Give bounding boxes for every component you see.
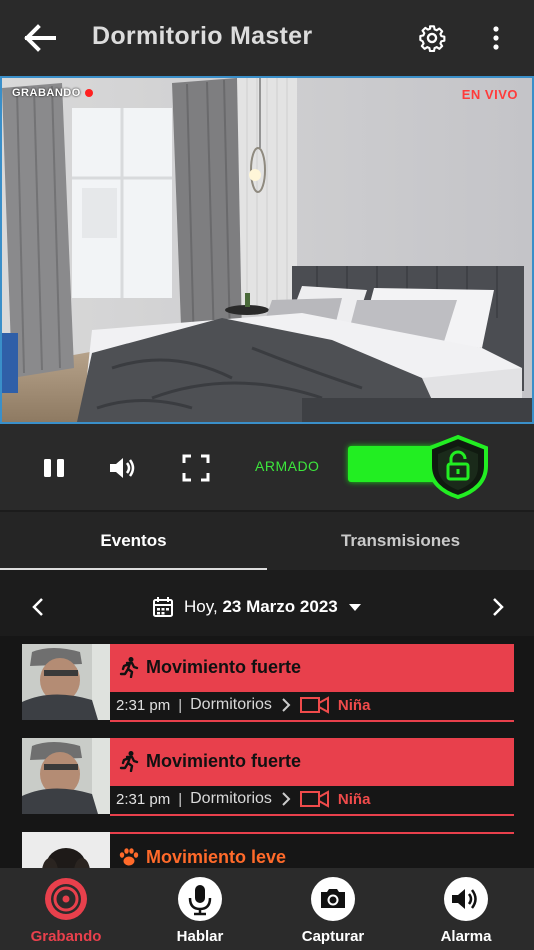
nav-label: Alarma [440, 928, 492, 945]
running-person-icon [119, 657, 139, 678]
bottom-nav: Grabando Hablar Capturar Alarma [0, 868, 534, 950]
date-prefix: Hoy, [184, 597, 218, 616]
recording-indicator: GRABANDO [12, 87, 93, 99]
event-time: 2:31 pm [116, 696, 171, 714]
event-header: Movimiento fuerte [110, 738, 514, 786]
date-selector: Hoy, 23 Marzo 2023 [0, 584, 534, 630]
running-person-icon [119, 751, 139, 772]
shield-lock-icon [428, 434, 488, 500]
event-time: 2:31 pm [116, 790, 171, 808]
event-title: Movimiento fuerte [146, 751, 302, 771]
nav-label: Grabando [30, 928, 102, 945]
event-thumbnail [22, 832, 110, 868]
nav-alarma[interactable]: Alarma [416, 876, 516, 945]
event-meta: 2:31 pm | Dormitorios Niña [116, 696, 370, 714]
gear-icon[interactable] [418, 24, 446, 52]
volume-icon[interactable] [106, 452, 138, 484]
tab-eventos[interactable]: Eventos [0, 512, 267, 570]
event-title: Movimiento leve [146, 847, 287, 867]
armed-label: ARMADO [255, 458, 320, 474]
arm-toggle[interactable] [346, 434, 496, 500]
chevron-right-icon [282, 698, 291, 712]
meta-separator: | [178, 790, 183, 808]
tab-bar: Eventos Transmisiones [0, 512, 534, 570]
events-list: Movimiento fuerte 2:31 pm | Dormitorios … [0, 636, 534, 868]
paw-icon [119, 848, 139, 866]
event-divider [110, 720, 514, 722]
event-item[interactable]: Movimiento leve [22, 824, 514, 868]
nav-hablar[interactable]: Hablar [150, 876, 250, 945]
event-item[interactable]: Movimiento fuerte 2:31 pm | Dormitorios … [22, 730, 514, 816]
event-thumbnail [22, 738, 110, 814]
speaker-icon [444, 877, 488, 921]
date-value: 23 Marzo 2023 [222, 597, 338, 616]
pause-icon[interactable] [38, 452, 70, 484]
calendar-icon [153, 597, 173, 617]
event-thumbnail [22, 644, 110, 720]
date-picker[interactable]: Hoy, 23 Marzo 2023 [152, 596, 362, 618]
live-video-feed[interactable]: GRABANDO EN VIVO [0, 76, 534, 424]
video-camera-icon [299, 790, 329, 808]
nav-capturar[interactable]: Capturar [283, 876, 383, 945]
meta-separator: | [178, 696, 183, 714]
arrow-left-icon[interactable] [22, 22, 58, 54]
event-place: Dormitorios [190, 790, 272, 807]
chevron-left-icon[interactable] [26, 594, 52, 620]
nav-grabando[interactable]: Grabando [16, 876, 116, 945]
chevron-right-icon [282, 792, 291, 806]
app-header: Dormitorio Master [0, 0, 534, 76]
event-place: Dormitorios [190, 696, 272, 713]
event-header: Movimiento fuerte [110, 644, 514, 692]
camera-icon [311, 877, 355, 921]
event-header: Movimiento leve [110, 832, 514, 868]
event-divider [110, 814, 514, 816]
record-icon [45, 878, 87, 920]
fullscreen-icon[interactable] [180, 452, 212, 484]
nav-label: Hablar [176, 928, 224, 945]
event-camera: Niña [337, 696, 371, 714]
event-camera: Niña [337, 790, 371, 808]
caret-down-icon [348, 604, 361, 611]
event-item[interactable]: Movimiento fuerte 2:31 pm | Dormitorios … [22, 636, 514, 722]
nav-label: Capturar [301, 928, 365, 945]
chevron-right-icon[interactable] [484, 594, 510, 620]
recording-dot-icon [84, 89, 93, 97]
live-label: EN VIVO [461, 87, 518, 102]
event-title: Movimiento fuerte [146, 657, 302, 677]
video-camera-icon [299, 696, 329, 714]
tab-transmisiones[interactable]: Transmisiones [267, 512, 534, 570]
recording-label: GRABANDO [12, 87, 81, 99]
page-title: Dormitorio Master [92, 22, 313, 50]
microphone-icon [178, 877, 222, 921]
more-vertical-icon[interactable] [486, 24, 506, 52]
app-root: Dormitorio Master GRABANDO EN VIVO ARMAD… [0, 0, 534, 950]
event-meta: 2:31 pm | Dormitorios Niña [116, 790, 370, 808]
bedroom-video-image [2, 78, 532, 422]
